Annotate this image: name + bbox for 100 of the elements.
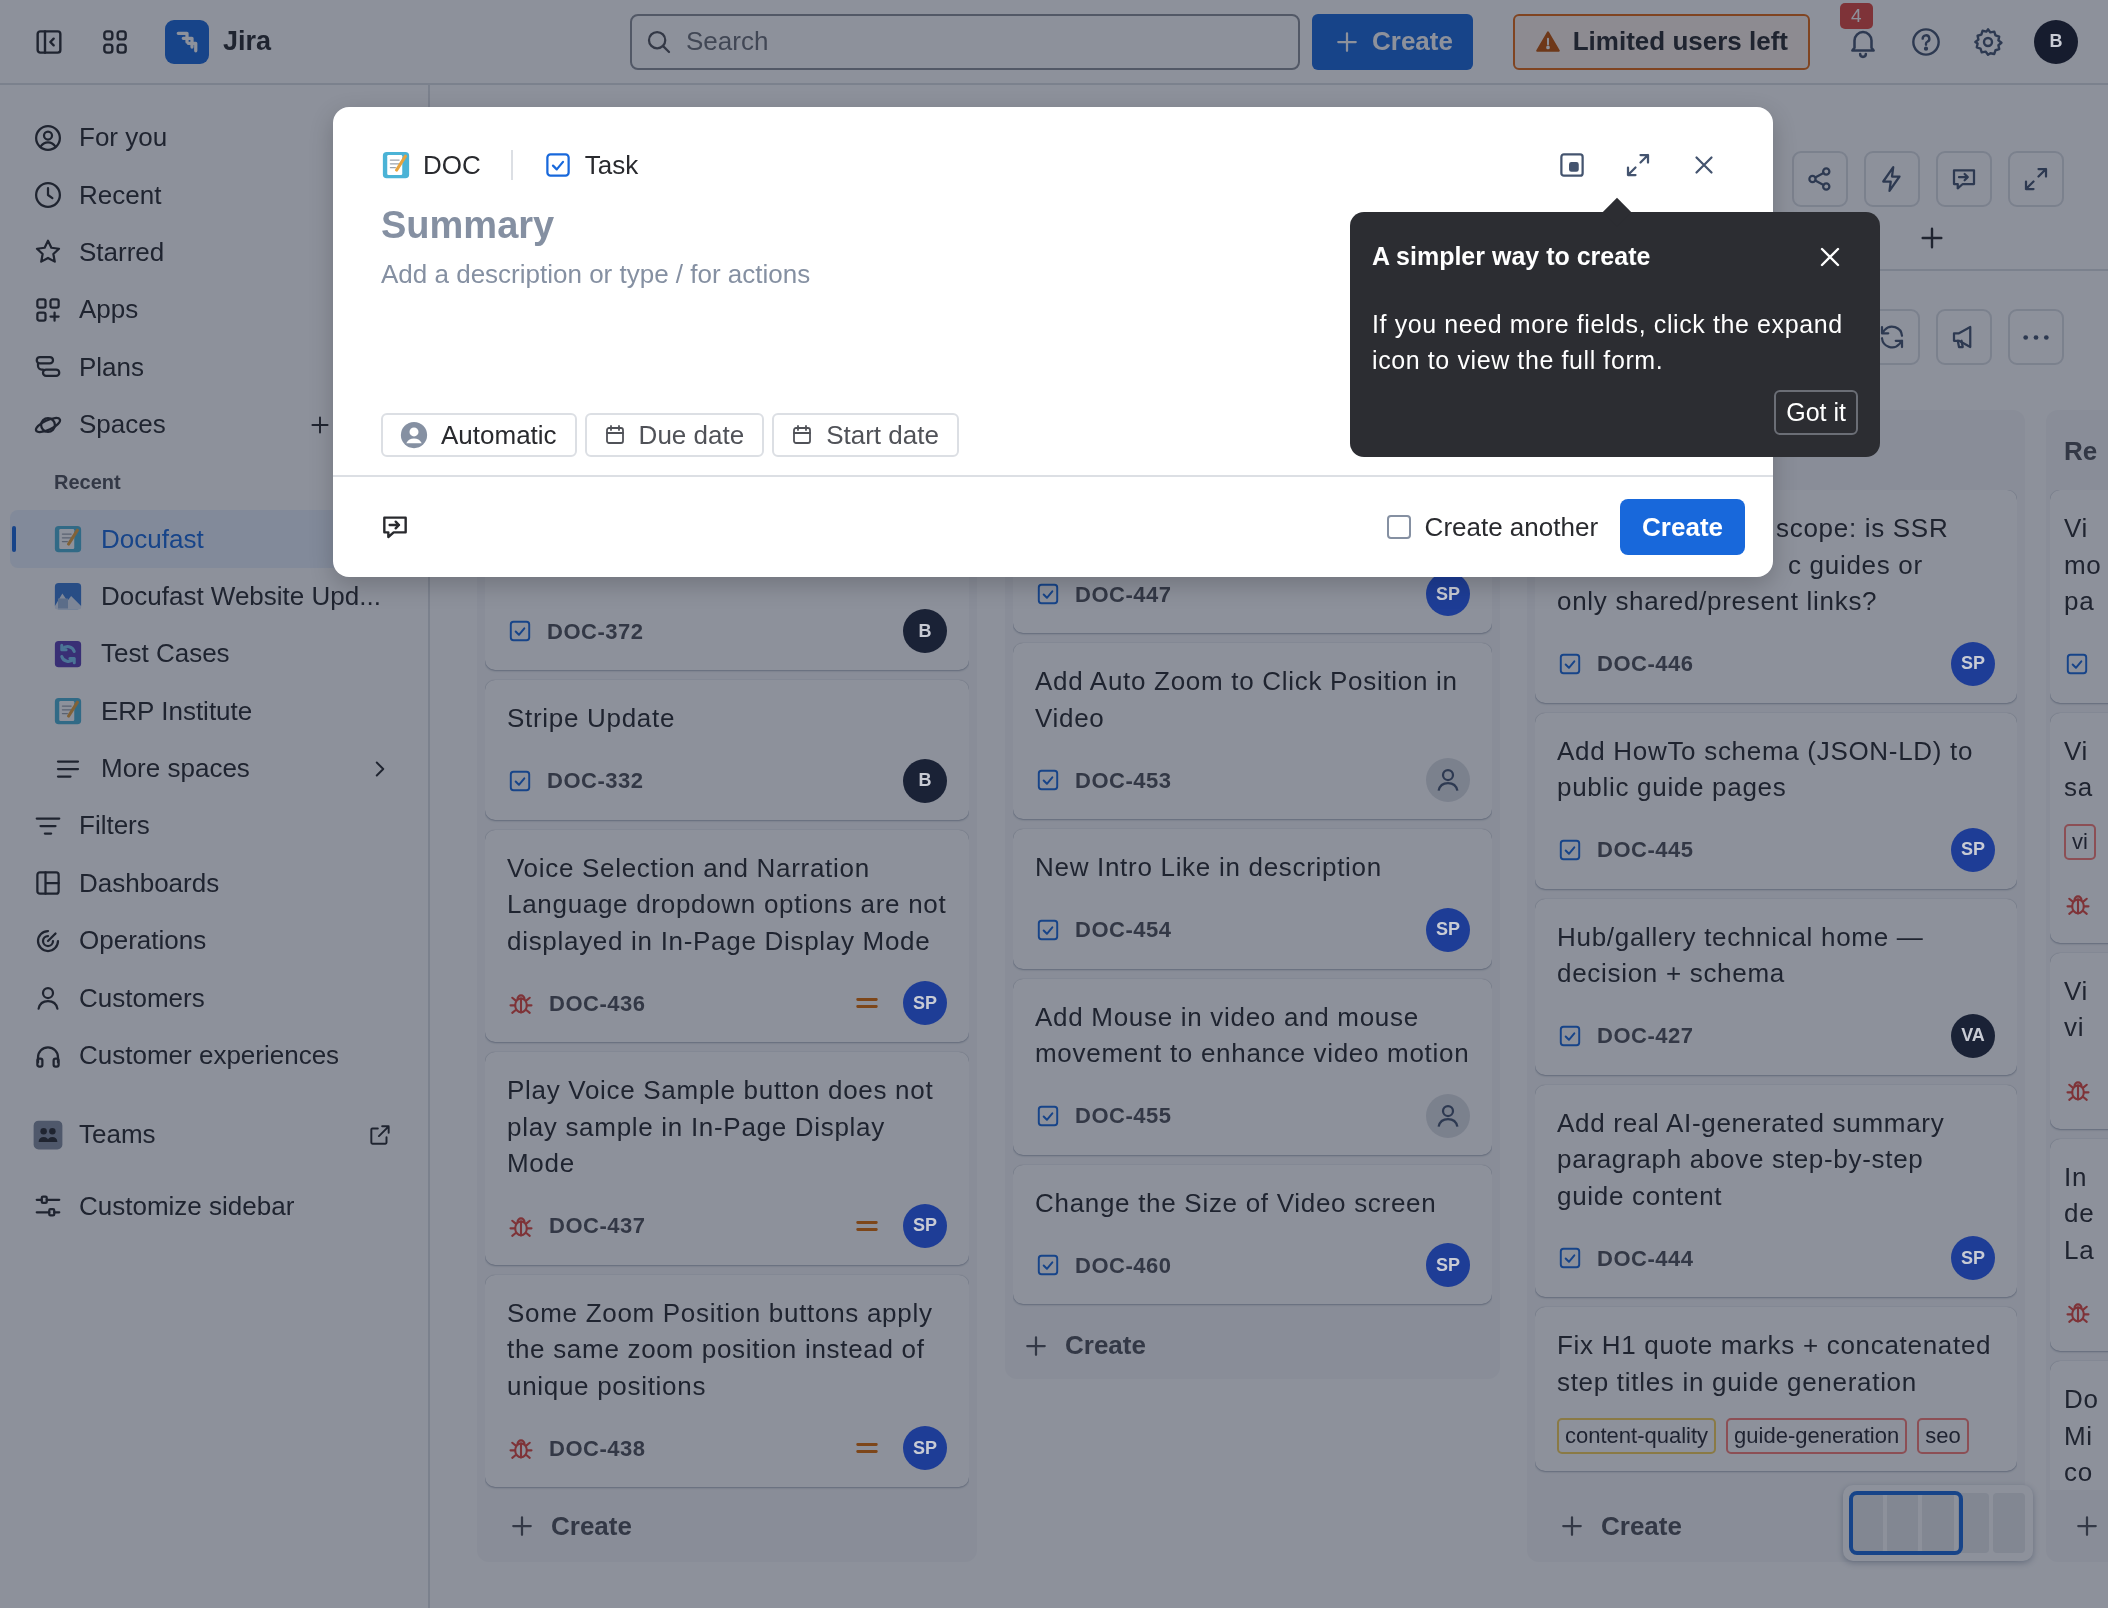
sidebar-item[interactable]: Plans [0, 338, 428, 396]
user-avatar[interactable]: B [2034, 19, 2078, 64]
assignee-avatar[interactable]: SP [1951, 827, 1995, 872]
assignee-avatar[interactable]: B [903, 609, 947, 653]
assignee-avatar[interactable]: SP [903, 1203, 947, 1248]
issue-key[interactable]: DOC-460 [1075, 1248, 1172, 1282]
assignee-avatar[interactable]: SP [903, 981, 947, 1025]
issue-key[interactable]: DOC-455 [1075, 1099, 1172, 1132]
space-item[interactable]: ERP Institute [10, 682, 438, 740]
card-title-fragment: pa [2064, 586, 2095, 616]
assignee-avatar[interactable]: VA [1951, 1013, 1995, 1058]
field-chip[interactable]: Automatic [381, 413, 577, 457]
assignee-avatar[interactable]: SP [1951, 1236, 1995, 1280]
sidebar-item[interactable]: Operations [0, 912, 428, 970]
expand-button[interactable] [2008, 151, 2064, 207]
work-type[interactable]: Task [584, 145, 639, 185]
issue-key[interactable]: DOC-454 [1075, 913, 1172, 946]
create-button[interactable]: Create [1312, 13, 1473, 70]
assignee-avatar[interactable]: SP [1951, 641, 1995, 686]
issue-key[interactable]: DOC-437 [549, 1209, 646, 1242]
minimize-icon[interactable] [1557, 150, 1587, 180]
issue-key[interactable]: DOC-445 [1597, 833, 1694, 866]
assignee-avatar[interactable]: B [903, 758, 947, 803]
lightning-button[interactable] [1864, 151, 1920, 207]
board-minimap[interactable] [1843, 1485, 2033, 1561]
issue-card[interactable]: Add Auto Zoom to Click Position in Video DOC-453 [1013, 643, 1492, 819]
card-title: Add Auto Zoom to Click Position in Video [1035, 665, 1459, 735]
space-item[interactable]: Test Cases [10, 625, 438, 683]
issue-card[interactable]: New Intro Like in description DOC-454 SP [1013, 829, 1492, 969]
create-issue-button[interactable]: Create [1549, 1500, 1690, 1552]
issue-key[interactable]: DOC-427 [1597, 1019, 1694, 1052]
issue-card[interactable]: Stripe Update DOC-332 B [485, 680, 969, 820]
assignee-avatar[interactable]: SP [903, 1426, 947, 1470]
megaphone-button[interactable] [1936, 309, 1992, 365]
issue-card[interactable]: Add HowTo schema (JSON-LD) to public guide pages DOC-445 SP [1535, 712, 2017, 889]
issue-key[interactable]: DOC-438 [549, 1431, 646, 1465]
label-tag[interactable]: seo [1917, 1418, 1969, 1454]
sidebar-item[interactable]: Customer experiences [0, 1026, 428, 1085]
got-it-button[interactable]: Got it [1774, 389, 1858, 435]
settings-icon[interactable] [1972, 25, 2004, 58]
section-heading: Recent [54, 469, 121, 495]
checkbox[interactable] [1386, 515, 1411, 539]
issue-card[interactable]: In de La [2050, 1138, 2108, 1351]
label-tag[interactable]: vi [2064, 823, 2096, 860]
issue-key[interactable]: DOC-436 [549, 986, 646, 1020]
task-icon [1035, 1252, 1061, 1278]
mountain-icon [53, 581, 83, 612]
issue-key[interactable]: DOC-444 [1597, 1241, 1694, 1275]
card-title-fragment: Mi [2064, 1420, 2093, 1451]
create-issue-button[interactable]: Create [1013, 1320, 1492, 1371]
card-title: Fix H1 quote marks + concatenated step titles in guide generation [1557, 1329, 1993, 1399]
card-title-fragment: Vi [2064, 513, 2089, 543]
sidebar-item[interactable]: Teams [0, 1106, 428, 1164]
issue-card[interactable]: Add real AI-generated summary paragraph above step-by-step guide content DOC-444 SP [1535, 1084, 2017, 1297]
share-button[interactable] [1792, 151, 1848, 207]
issue-card[interactable]: Fix H1 quote marks + concatenated step titles in guide generation content-quality guide-generation seo [1535, 1307, 2017, 1471]
issue-key[interactable]: DOC-372 [547, 614, 644, 648]
issue-card[interactable]: Vi mo pa [2050, 490, 2108, 703]
issue-card[interactable]: Voice Selection and Narration Language dropdown options are not displayed in In-Page Display Mode DOC-436 SP [485, 829, 969, 1042]
person-icon [399, 420, 429, 450]
sidebar-item[interactable]: More spaces [0, 739, 428, 798]
unassigned-avatar[interactable] [1426, 1093, 1470, 1138]
issue-card[interactable]: Vi sa vi [2050, 712, 2108, 943]
issue-key[interactable]: DOC-447 [1075, 577, 1172, 611]
issue-card[interactable]: Change the Size of Video screen DOC-460 SP [1013, 1164, 1492, 1304]
sidebar-item[interactable]: Dashboards [0, 854, 428, 913]
issue-card[interactable]: Vi vi [2050, 952, 2108, 1129]
issue-key[interactable]: DOC-453 [1075, 763, 1172, 797]
project-name[interactable]: DOC [423, 145, 481, 185]
space-item[interactable]: Docufast Website Upd... [10, 567, 438, 626]
create-button[interactable]: Create [1620, 499, 1745, 555]
issue-card[interactable]: Add Mouse in video and mouse movement to enhance video motion DOC-455 [1013, 978, 1492, 1155]
help-icon[interactable] [1910, 25, 1942, 58]
field-chip[interactable]: Start date [772, 413, 959, 457]
assignee-avatar[interactable]: SP [1426, 907, 1470, 952]
product-name[interactable]: Jira [223, 21, 272, 62]
notebook-icon [53, 696, 83, 727]
card-title: Add HowTo schema (JSON-LD) to public guide pages [1557, 734, 1975, 804]
issue-key[interactable]: DOC-446 [1597, 647, 1694, 680]
issue-card[interactable]: Hub/gallery technical home — decision + schema DOC-427 VA [1535, 898, 2017, 1075]
create-issue-button[interactable]: Create [499, 1500, 640, 1552]
limited-users-button[interactable]: Limited users left [1512, 13, 1810, 70]
assignee-avatar[interactable]: SP [1426, 1243, 1470, 1287]
issue-card[interactable]: Play Voice Sample button does not play sample in In-Page Display Mode DOC-437 SP [485, 1052, 969, 1265]
label-tag[interactable]: content-quality [1557, 1418, 1717, 1454]
sidebar-item[interactable]: Customize sidebar [0, 1177, 428, 1236]
card-title-fragment: scope: is SSR [1776, 513, 1949, 543]
app-logo[interactable] [165, 19, 209, 64]
issue-card[interactable]: Some Zoom Position buttons apply the same zoom position instead of unique positions DOC-438 SP [485, 1274, 969, 1487]
field-chip[interactable]: Due date [584, 413, 765, 457]
sidebar-item[interactable]: Customers [0, 969, 428, 1027]
issue-key[interactable]: DOC-332 [547, 764, 644, 797]
card-title-fragment: c guides or [1788, 549, 1923, 580]
tooltip-text: If you need more fields, click the expand icon to view the full form. [1372, 308, 1844, 376]
unassigned-avatar[interactable] [1426, 758, 1470, 802]
search-field[interactable]: Search [630, 13, 1300, 70]
sidebar-item[interactable]: Filters [0, 797, 428, 855]
label-tag[interactable]: guide-generation [1726, 1418, 1908, 1454]
feedback-button[interactable] [1936, 151, 1992, 207]
issue-card[interactable]: Do Mi co [2050, 1361, 2108, 1490]
